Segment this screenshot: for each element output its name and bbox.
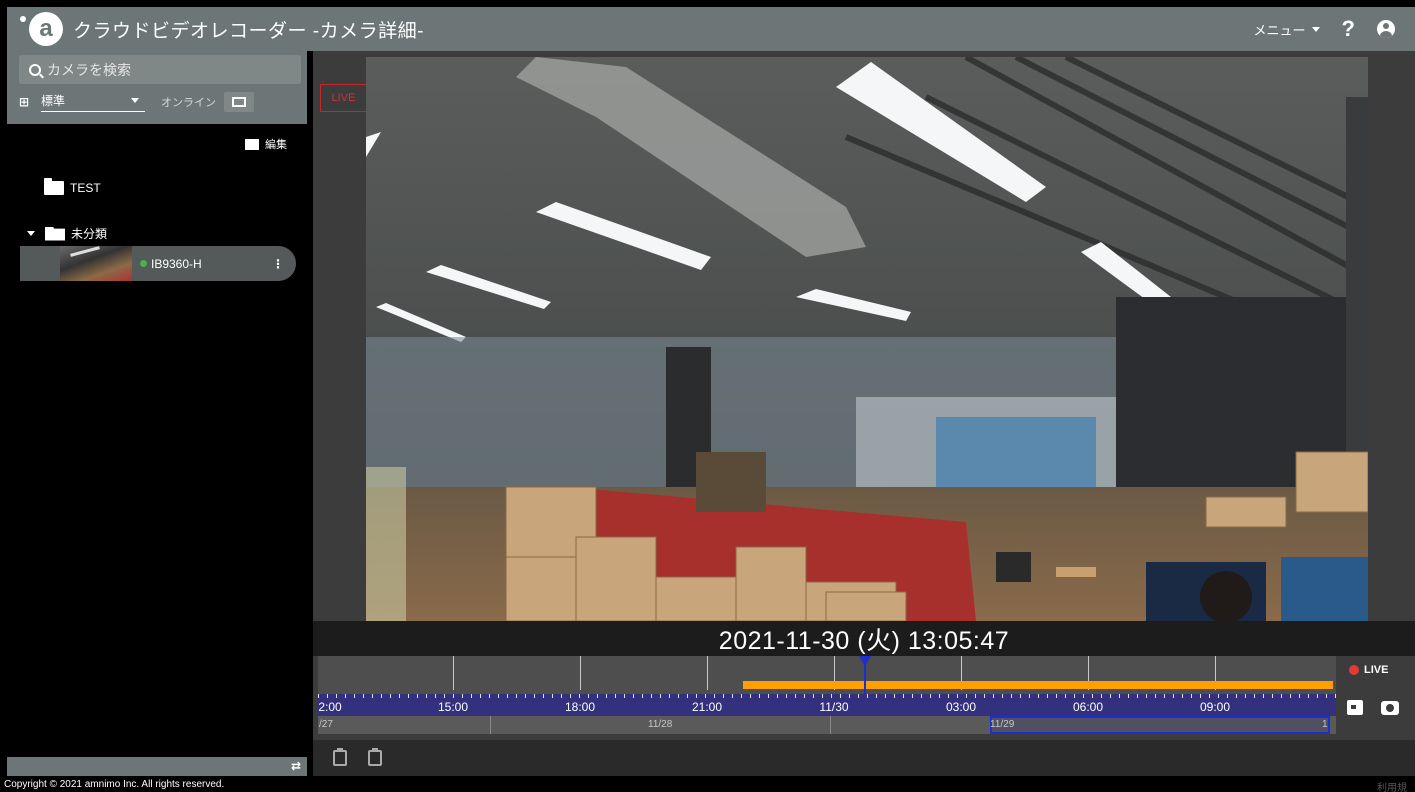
- page-title: クラウドビデオレコーダー -カメラ詳細-: [73, 20, 424, 42]
- date-label: 11/29: [990, 719, 1015, 730]
- folder-open-icon: [45, 226, 65, 241]
- video-frame-image: [366, 57, 1368, 621]
- time-label: 09:00: [1199, 700, 1231, 714]
- account-icon[interactable]: [1377, 20, 1395, 38]
- folder-test[interactable]: TEST: [44, 178, 307, 195]
- online-filter-toggle[interactable]: オンライン: [161, 94, 216, 110]
- app-logo: a: [20, 12, 63, 46]
- timeline-tick: [580, 656, 581, 690]
- sidebar: ⊞ 標準 オンライン 編集 TEST 未分類 IB9360-H ⋮ ⇄: [7, 51, 307, 776]
- view-mode-value: 標準: [41, 94, 66, 108]
- time-label: 15:00: [437, 700, 469, 714]
- chevron-down-icon: [1311, 26, 1320, 32]
- search-input[interactable]: [47, 61, 287, 78]
- live-button[interactable]: LIVE: [1349, 664, 1388, 676]
- clipboard-icon[interactable]: [333, 748, 347, 766]
- thumbnail-toggle[interactable]: [224, 92, 254, 112]
- time-label: 21:00: [691, 700, 723, 714]
- calendar-icon[interactable]: [1347, 700, 1363, 715]
- thumbnail-icon: [232, 97, 246, 107]
- timestamp-bar: 2021-11-30 (火) 13:05:47: [313, 621, 1415, 656]
- live-button-label: LIVE: [1364, 664, 1389, 676]
- header-actions: メニュー ?: [1254, 16, 1395, 42]
- time-label: 18:00: [564, 700, 596, 714]
- time-label: 06:00: [1072, 700, 1104, 714]
- date-overview-bar[interactable]: /27 11/28 11/29 1: [318, 716, 1336, 734]
- camera-video-feed[interactable]: [366, 57, 1368, 621]
- snapshot-camera-icon[interactable]: [1381, 701, 1399, 715]
- menu-label: メニュー: [1253, 22, 1306, 38]
- folder-settings-icon: [245, 138, 259, 150]
- menu-dropdown-button[interactable]: メニュー: [1254, 20, 1320, 39]
- playhead[interactable]: [859, 656, 871, 694]
- camera-list-item[interactable]: IB9360-H ⋮: [20, 246, 296, 281]
- clipboard-paste-icon[interactable]: [368, 748, 382, 766]
- date-label: /27: [319, 719, 333, 730]
- sidebar-controls: ⊞ 標準 オンライン: [7, 51, 307, 124]
- view-mode-select[interactable]: 標準: [41, 92, 145, 112]
- terms-link[interactable]: 利用規: [1377, 779, 1407, 792]
- timeline-tick: [707, 656, 708, 690]
- time-label: 2:00: [318, 700, 342, 714]
- camera-name: IB9360-H: [151, 256, 202, 271]
- edit-folder-button[interactable]: 編集: [7, 124, 307, 152]
- date-label: 11/28: [648, 719, 673, 730]
- online-status-icon: [140, 260, 147, 267]
- app-header: a クラウドビデオレコーダー -カメラ詳細- メニュー ?: [7, 7, 1415, 51]
- folder-label: 未分類: [71, 227, 108, 241]
- time-label: 03:00: [945, 700, 977, 714]
- filter-row: ⊞ 標準 オンライン: [19, 92, 301, 112]
- folder-unsorted[interactable]: 未分類: [27, 225, 307, 242]
- chevron-down-icon: [131, 98, 139, 103]
- camera-viewer: LIVE 2021-11-30 (火) 13:05:47 2:00 15:00 …: [313, 51, 1415, 776]
- search-icon: [29, 63, 41, 76]
- current-timestamp: 2021-11-30 (火) 13:05:47: [718, 626, 1010, 655]
- page-footer: Copyright © 2021 amnimo Inc. All rights …: [0, 776, 1415, 792]
- timeline-tick: [453, 656, 454, 690]
- time-label: 11/30: [819, 700, 849, 714]
- clip-toolbar: [313, 740, 1415, 776]
- camera-thumbnail: [60, 246, 132, 281]
- playback-controls: LIVE: [1341, 656, 1415, 736]
- expand-chevron-icon[interactable]: [27, 231, 35, 236]
- live-dot-icon: [1349, 665, 1359, 675]
- collapse-sidebar-icon[interactable]: ⇄: [291, 759, 301, 773]
- sidebar-footer: ⇄: [7, 757, 307, 776]
- time-scale-bar[interactable]: 2:00 15:00 18:00 21:00 11/30 03:00 06:00…: [318, 694, 1336, 716]
- help-icon[interactable]: ?: [1342, 16, 1355, 42]
- search-box: [19, 55, 301, 84]
- timeline[interactable]: 2:00 15:00 18:00 21:00 11/30 03:00 06:00…: [318, 656, 1336, 736]
- recording-range-bar: [743, 681, 1333, 689]
- tree-view-icon: ⊞: [19, 95, 30, 109]
- live-badge: LIVE: [320, 84, 367, 112]
- copyright-text: Copyright © 2021 amnimo Inc. All rights …: [4, 779, 225, 790]
- timeline-track[interactable]: [318, 656, 1336, 694]
- folder-icon: [44, 178, 64, 195]
- scale-ticks: [318, 694, 1336, 698]
- more-options-icon[interactable]: ⋮: [272, 257, 284, 271]
- date-label: 1: [1322, 719, 1328, 730]
- date-segment: [830, 716, 990, 734]
- edit-label: 編集: [265, 139, 287, 151]
- visible-range-selector[interactable]: 11/29 1: [990, 716, 1330, 734]
- folder-label: TEST: [70, 181, 101, 195]
